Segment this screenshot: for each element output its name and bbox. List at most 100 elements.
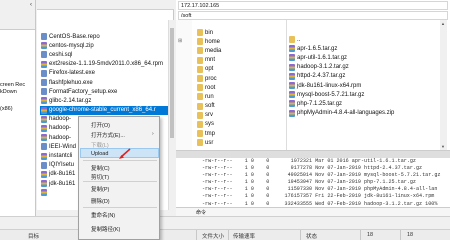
dir-name: mnt xyxy=(205,57,216,64)
remote-dir-row[interactable]: opt xyxy=(196,65,256,74)
local-file-row[interactable]: ext2resize-1.1.19-5mdv2011.0.x86_64.rpm xyxy=(40,60,173,69)
remote-scrollbar[interactable]: ▲ ▼ xyxy=(440,20,447,150)
folder-icon xyxy=(197,65,203,73)
remote-file-row[interactable]: httpd-2.4.37.tar.gz xyxy=(288,72,443,81)
archive-icon xyxy=(41,152,47,160)
remote-dir-row[interactable]: srv xyxy=(196,111,256,120)
file-name: jdk-8u161 xyxy=(49,171,76,178)
remote-dir-row[interactable]: soft xyxy=(196,102,256,111)
local-file-row[interactable]: FormatFactory_setup.exe xyxy=(40,87,173,96)
console-output: -rw-r--r-- 1 0 0 1072321 Mar 01 2016 apr… xyxy=(176,150,450,207)
local-file-row[interactable]: CentOS-Base.repo xyxy=(40,32,173,41)
console-line: -rw-r--r-- 1 0 0 19453947 Nov 07-Jan-201… xyxy=(202,179,416,186)
remote-host-field[interactable]: 172.17.102.165 xyxy=(178,1,448,10)
local-scrollbar[interactable] xyxy=(168,20,174,210)
sidebar-label[interactable]: kDown xyxy=(0,89,17,95)
file-name: IEEI-Wind xyxy=(49,143,77,150)
menu-separator xyxy=(83,181,157,182)
dir-name: tmp xyxy=(205,130,216,137)
file-icon xyxy=(41,51,47,59)
file-name: google-chrome-stable_current_x86_64.r xyxy=(49,107,156,114)
remote-dir-row[interactable]: run xyxy=(196,92,256,101)
remote-file-row[interactable]: apr-util-1.6.1.tar.gz xyxy=(288,53,443,62)
file-name: hadoop- xyxy=(49,125,72,132)
repo-icon xyxy=(41,33,47,41)
sidebar-label[interactable]: creen Rec xyxy=(0,82,25,88)
local-pane-toolbar xyxy=(37,0,174,10)
remote-dir-row[interactable]: proc xyxy=(196,74,256,83)
red-arrow-icon xyxy=(119,148,131,159)
file-name: ceshi.sql xyxy=(49,51,73,58)
menu-item-copy-path[interactable]: 复制路径(K) xyxy=(91,225,120,233)
exe-icon xyxy=(41,88,47,96)
menu-item-rename[interactable]: 重命名(N) xyxy=(91,211,115,219)
remote-dir-row[interactable]: sys xyxy=(196,120,256,129)
local-file-row[interactable]: Firefox-latest.exe xyxy=(40,69,173,78)
column-status[interactable]: 状态 xyxy=(306,232,317,240)
local-file-row[interactable]: google-chrome-stable_current_x86_64.r xyxy=(40,105,173,115)
remote-file-row[interactable]: phpMyAdmin-4.8.4-all-languages.zip xyxy=(288,109,443,118)
folder-icon xyxy=(197,84,203,92)
remote-file-row[interactable]: php-7.1.25.tar.gz xyxy=(288,99,443,108)
remote-file-row[interactable]: .. xyxy=(288,35,443,44)
console-lines: -rw-r--r-- 1 0 0 1072321 Mar 01 2016 apr… xyxy=(176,158,450,207)
local-file-row[interactable]: flashfplehuo.exe xyxy=(40,78,173,87)
dir-name: run xyxy=(205,93,214,100)
file-name: .. xyxy=(297,36,301,43)
remote-path-field[interactable]: /soft xyxy=(178,11,448,20)
context-menu: 打开(O) 打开方式(E)... › 下载(L) Upload 复制(C) 剪切… xyxy=(78,116,160,240)
remote-dir-row[interactable]: home xyxy=(196,37,256,46)
menu-item-open-with[interactable]: 打开方式(E)... xyxy=(91,131,125,139)
archive-icon xyxy=(289,109,295,117)
local-file-row[interactable]: centos-mysql.zip xyxy=(40,41,173,50)
archive-icon xyxy=(41,180,47,188)
remote-file-row[interactable]: hadoop-3.1.2.tar.gz xyxy=(288,63,443,72)
column-extra-2[interactable]: 18 xyxy=(407,232,413,238)
column-extra-1[interactable]: 18 xyxy=(367,232,373,238)
scrollbar-thumb[interactable] xyxy=(170,28,174,138)
remote-dir-row[interactable]: root xyxy=(196,83,256,92)
sidebar-label[interactable]: (x86) xyxy=(0,106,13,112)
remote-file-list: .. apr-1.6.5.tar.gz apr-util-1.6.1.tar.gz h… xyxy=(288,35,443,118)
menu-item-open[interactable]: 打开(O) xyxy=(91,121,110,129)
archive-icon xyxy=(41,124,47,132)
menu-item-download[interactable]: 下载(L) xyxy=(91,141,109,149)
remote-file-row[interactable]: apr-1.6.5.tar.gz xyxy=(288,44,443,53)
remote-dir-row[interactable]: bin xyxy=(196,28,256,37)
menu-item-cut[interactable]: 剪切(T) xyxy=(91,173,109,181)
file-name: Firefox-latest.exe xyxy=(49,70,96,77)
file-name: jdk-8u161-linux-x64.rpm xyxy=(297,82,362,89)
dir-name: media xyxy=(205,47,222,54)
scroll-down-icon[interactable]: ▼ xyxy=(441,144,445,149)
column-transfer-speed[interactable]: 传输速率 xyxy=(233,232,255,240)
archive-icon xyxy=(289,72,295,80)
pane-divider[interactable] xyxy=(286,20,287,150)
command-line[interactable]: 命令 xyxy=(176,207,450,216)
status-bar xyxy=(0,216,450,229)
file-name: flashfplehuo.exe xyxy=(49,79,93,86)
remote-dir-row[interactable]: tmp xyxy=(196,129,256,138)
menu-item-upload[interactable]: Upload xyxy=(91,151,108,157)
console-header xyxy=(176,151,450,158)
menu-item-copy-p[interactable]: 复制(P) xyxy=(91,185,109,193)
file-name: IQIYIsetu xyxy=(49,162,75,169)
dir-name: usr xyxy=(205,139,214,146)
scroll-up-icon[interactable]: ▲ xyxy=(441,21,445,26)
remote-dir-row[interactable]: mnt xyxy=(196,56,256,65)
remote-tree-gutter: ⊞ xyxy=(176,20,192,150)
file-name: httpd-2.4.37.tar.gz xyxy=(297,73,346,80)
menu-item-copy[interactable]: 复制(C) xyxy=(91,164,110,172)
remote-dir-row[interactable]: media xyxy=(196,46,256,55)
menu-separator xyxy=(83,160,157,161)
folder-icon xyxy=(197,139,203,147)
local-file-row[interactable]: glibc-2.14.tar.gz xyxy=(40,96,173,105)
column-target[interactable]: 目标 xyxy=(28,232,39,240)
remote-directory-list: bin home media mnt opt proc root run soft srv sys t… xyxy=(196,28,256,147)
chevron-left-icon[interactable]: ‹ xyxy=(30,2,32,8)
local-file-row[interactable]: ceshi.sql xyxy=(40,50,173,59)
remote-dir-row[interactable]: usr xyxy=(196,138,256,147)
remote-file-row[interactable]: mysql-boost-5.7.21.tar.gz xyxy=(288,90,443,99)
menu-item-delete[interactable]: 删除(D) xyxy=(91,197,110,205)
remote-file-row[interactable]: jdk-8u161-linux-x64.rpm xyxy=(288,81,443,90)
column-file-size[interactable]: 文件大小 xyxy=(202,232,224,240)
